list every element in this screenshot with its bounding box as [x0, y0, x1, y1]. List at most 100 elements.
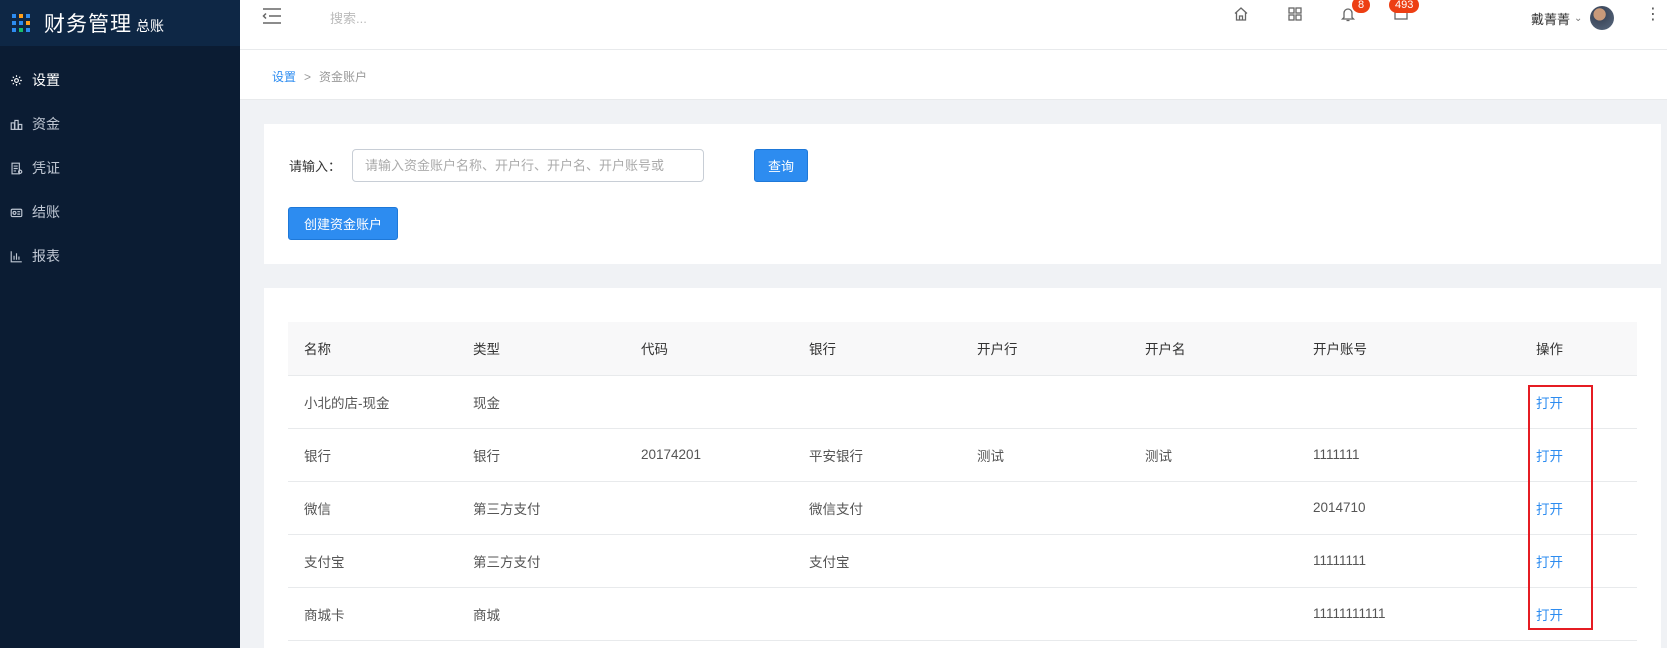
column-header-account-number: 开户账号: [1297, 322, 1520, 376]
cell-holder: [1129, 587, 1297, 641]
cell-actions: 打开: [1520, 587, 1637, 641]
sidebar-item-funds[interactable]: 资金: [0, 102, 240, 146]
cell-name: 小北的店-现金: [288, 375, 457, 429]
cell-name: 商城卡: [288, 587, 457, 641]
search-input[interactable]: [330, 6, 570, 30]
query-label: 请输入：: [289, 159, 342, 174]
sidebar-item-label: 结账: [32, 204, 60, 220]
checkout-icon: [9, 205, 23, 219]
sidebar-item-label: 报表: [32, 248, 60, 264]
apps-grid-icon[interactable]: [1287, 6, 1305, 24]
open-link[interactable]: 打开: [1536, 608, 1563, 623]
cell-type: 商城: [457, 587, 625, 641]
sidebar-item-label: 凭证: [32, 160, 60, 176]
cell-bank: 微信支付: [793, 481, 961, 535]
sidebar-item-reports[interactable]: 报表: [0, 234, 240, 278]
app-title: 财务管理: [44, 13, 132, 36]
table-header-row: 名称 类型 代码 银行 开户行 开户名 开户账号 操作: [288, 322, 1637, 376]
column-header-code: 代码: [625, 322, 793, 376]
table-row: 小北的店-现金 现金 打开: [288, 375, 1637, 429]
cell-branch: [961, 481, 1129, 535]
breadcrumb-separator: >: [304, 69, 312, 84]
column-header-bank: 银行: [793, 322, 961, 376]
cell-account-number: [1297, 375, 1520, 429]
user-menu[interactable]: 戴菁菁 ⌄: [1531, 6, 1615, 30]
cell-branch: 测试: [961, 428, 1129, 482]
gear-icon: [9, 73, 23, 87]
notification-count-badge: 8: [1352, 0, 1371, 13]
sidebar-item-closing[interactable]: 结账: [0, 190, 240, 234]
menu-toggle-icon[interactable]: [262, 7, 282, 25]
table-row: 银行 银行 20174201 平安银行 测试 测试 1111111 打开: [288, 428, 1637, 482]
column-header-actions: 操作: [1520, 322, 1637, 376]
sidebar-menu: 设置 资金 凭证 结账 报表: [0, 58, 240, 278]
breadcrumb-current: 资金账户: [319, 70, 368, 84]
column-header-type: 类型: [457, 322, 625, 376]
voucher-icon: [9, 161, 23, 175]
cell-bank: 平安银行: [793, 428, 961, 482]
cell-type: 第三方支付: [457, 481, 625, 535]
cell-bank: 支付宝: [793, 534, 961, 588]
open-link[interactable]: 打开: [1536, 555, 1563, 570]
brand: 财务管理 总账: [0, 0, 240, 46]
cell-type: 第三方支付: [457, 534, 625, 588]
cell-actions: 打开: [1520, 428, 1637, 482]
chevron-down-icon: ⌄: [1574, 12, 1583, 24]
funds-icon: [9, 117, 23, 131]
sidebar-item-vouchers[interactable]: 凭证: [0, 146, 240, 190]
breadcrumb: 设置 > 资金账户: [272, 68, 367, 85]
cell-actions: 打开: [1520, 481, 1637, 535]
bar-chart-icon: [9, 249, 23, 263]
breadcrumb-link-settings[interactable]: 设置: [272, 68, 296, 85]
app-subtitle: 总账: [136, 18, 164, 34]
sidebar-item-label: 设置: [32, 72, 60, 88]
app-grid-logo-icon: [12, 14, 30, 32]
cell-actions: 打开: [1520, 534, 1637, 588]
cell-actions: 打开: [1520, 375, 1637, 429]
cell-account-number: 11111111: [1297, 534, 1520, 588]
cell-account-number: 1111111: [1297, 428, 1520, 482]
cell-holder: [1129, 481, 1297, 535]
open-link[interactable]: 打开: [1536, 396, 1563, 411]
query-button[interactable]: 查询: [754, 149, 808, 182]
home-icon[interactable]: [1233, 6, 1251, 24]
cell-name: 银行: [288, 428, 457, 482]
cell-branch: [961, 587, 1129, 641]
open-link[interactable]: 打开: [1536, 502, 1563, 517]
cell-holder: 测试: [1129, 428, 1297, 482]
account-search-input[interactable]: [352, 149, 704, 182]
cell-code: [625, 375, 793, 429]
cell-bank: [793, 587, 961, 641]
cell-type: 现金: [457, 375, 625, 429]
sidebar-item-label: 资金: [32, 116, 60, 132]
cell-branch: [961, 534, 1129, 588]
cell-type: 银行: [457, 428, 625, 482]
accounts-table-panel: 名称 类型 代码 银行 开户行 开户名 开户账号 操作 小北的店-现金 现金 打…: [264, 288, 1661, 648]
notification-bell-icon[interactable]: 8: [1340, 0, 1371, 24]
cell-branch: [961, 375, 1129, 429]
cell-name: 支付宝: [288, 534, 457, 588]
message-icon[interactable]: 493: [1389, 0, 1420, 24]
message-count-badge: 493: [1389, 0, 1420, 13]
query-panel: 请输入： 查询 创建资金账户: [264, 124, 1661, 264]
sidebar-item-settings[interactable]: 设置: [0, 58, 240, 102]
breadcrumb-bar: 设置 > 资金账户: [240, 50, 1667, 100]
cell-code: 20174201: [625, 428, 793, 482]
fund-accounts-table: 名称 类型 代码 银行 开户行 开户名 开户账号 操作 小北的店-现金 现金 打…: [288, 322, 1637, 641]
cell-name: 微信: [288, 481, 457, 535]
cell-holder: [1129, 375, 1297, 429]
avatar[interactable]: [1590, 6, 1615, 30]
user-name: 戴菁菁: [1531, 11, 1571, 27]
table-row: 支付宝 第三方支付 支付宝 11111111 打开: [288, 534, 1637, 588]
column-header-name: 名称: [288, 322, 457, 376]
more-vertical-icon[interactable]: ⋮: [1645, 6, 1661, 24]
open-link[interactable]: 打开: [1536, 449, 1563, 464]
top-header: 8 493 戴菁菁 ⌄ ⋮: [240, 0, 1667, 50]
cell-account-number: 11111111111: [1297, 587, 1520, 641]
create-fund-account-button[interactable]: 创建资金账户: [288, 207, 398, 240]
column-header-branch: 开户行: [961, 322, 1129, 376]
cell-account-number: 2014710: [1297, 481, 1520, 535]
column-header-holder: 开户名: [1129, 322, 1297, 376]
cell-holder: [1129, 534, 1297, 588]
cell-bank: [793, 375, 961, 429]
